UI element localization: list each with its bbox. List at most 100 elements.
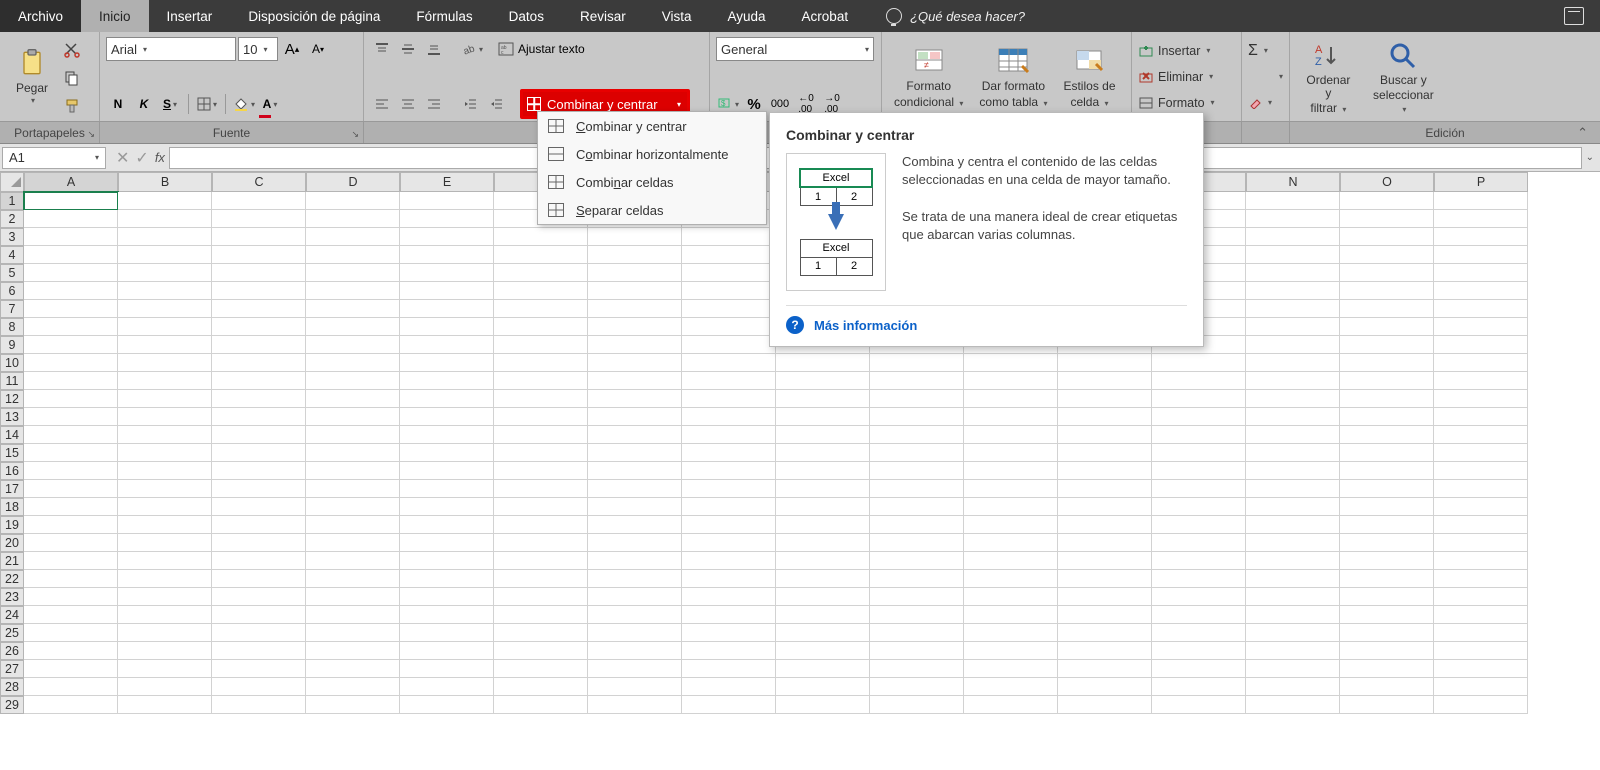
- row-header[interactable]: 1: [0, 192, 24, 210]
- cell[interactable]: [1246, 444, 1340, 462]
- cell[interactable]: [212, 390, 306, 408]
- row-header[interactable]: 19: [0, 516, 24, 534]
- cell[interactable]: [1434, 390, 1528, 408]
- cell[interactable]: [212, 246, 306, 264]
- cell[interactable]: [118, 372, 212, 390]
- cell[interactable]: [776, 444, 870, 462]
- cell[interactable]: [306, 606, 400, 624]
- cell[interactable]: [682, 264, 776, 282]
- cell[interactable]: [306, 228, 400, 246]
- cell[interactable]: [776, 660, 870, 678]
- cell[interactable]: [870, 354, 964, 372]
- cell[interactable]: [24, 426, 118, 444]
- row-header[interactable]: 20: [0, 534, 24, 552]
- cell[interactable]: [118, 300, 212, 318]
- column-header[interactable]: N: [1246, 172, 1340, 192]
- cell[interactable]: [118, 228, 212, 246]
- cell[interactable]: [1246, 282, 1340, 300]
- cell[interactable]: [1246, 552, 1340, 570]
- cell[interactable]: [682, 660, 776, 678]
- cell[interactable]: [682, 642, 776, 660]
- cell[interactable]: [1246, 264, 1340, 282]
- cell[interactable]: [400, 282, 494, 300]
- cell[interactable]: [1058, 354, 1152, 372]
- cell[interactable]: [306, 354, 400, 372]
- cell[interactable]: [306, 462, 400, 480]
- cell[interactable]: [400, 552, 494, 570]
- cell[interactable]: [212, 444, 306, 462]
- cell[interactable]: [588, 552, 682, 570]
- cell[interactable]: [306, 336, 400, 354]
- cell[interactable]: [682, 228, 776, 246]
- cell[interactable]: [400, 480, 494, 498]
- cell[interactable]: [1434, 516, 1528, 534]
- cell[interactable]: [1340, 588, 1434, 606]
- cell[interactable]: [588, 498, 682, 516]
- row-header[interactable]: 8: [0, 318, 24, 336]
- cell[interactable]: [24, 660, 118, 678]
- cell[interactable]: [964, 372, 1058, 390]
- cell[interactable]: [964, 606, 1058, 624]
- cell[interactable]: [212, 462, 306, 480]
- cell[interactable]: [870, 552, 964, 570]
- cell[interactable]: [588, 678, 682, 696]
- tab-datos[interactable]: Datos: [491, 0, 562, 32]
- cell[interactable]: [682, 480, 776, 498]
- cell[interactable]: [24, 282, 118, 300]
- share-icon[interactable]: [1564, 7, 1584, 25]
- cell[interactable]: [400, 228, 494, 246]
- cell[interactable]: [494, 390, 588, 408]
- cell[interactable]: [1340, 552, 1434, 570]
- cell[interactable]: [1246, 660, 1340, 678]
- cell[interactable]: [870, 624, 964, 642]
- cell[interactable]: [212, 210, 306, 228]
- cell[interactable]: [24, 696, 118, 714]
- cell[interactable]: [588, 372, 682, 390]
- cell-styles-button[interactable]: Estilos de celda ▾: [1057, 40, 1121, 112]
- cell[interactable]: [1152, 498, 1246, 516]
- cell[interactable]: [1246, 462, 1340, 480]
- cell[interactable]: [118, 192, 212, 210]
- cell[interactable]: [494, 462, 588, 480]
- cell[interactable]: [494, 228, 588, 246]
- cell[interactable]: [1434, 696, 1528, 714]
- name-box[interactable]: A1▾: [2, 147, 106, 169]
- cell[interactable]: [24, 210, 118, 228]
- cell[interactable]: [870, 426, 964, 444]
- column-header[interactable]: P: [1434, 172, 1528, 192]
- row-header[interactable]: 22: [0, 570, 24, 588]
- cell[interactable]: [306, 318, 400, 336]
- cell[interactable]: [1152, 390, 1246, 408]
- cell[interactable]: [682, 462, 776, 480]
- cell[interactable]: [776, 480, 870, 498]
- cell[interactable]: [1340, 264, 1434, 282]
- cell[interactable]: [1058, 660, 1152, 678]
- cancel-formula-icon[interactable]: ✕: [116, 148, 129, 168]
- row-header[interactable]: 21: [0, 552, 24, 570]
- cell[interactable]: [1434, 264, 1528, 282]
- cell[interactable]: [212, 498, 306, 516]
- orientation-button[interactable]: ab▾: [460, 37, 484, 61]
- borders-button[interactable]: ▾: [195, 92, 219, 116]
- cell[interactable]: [1340, 282, 1434, 300]
- cell[interactable]: [588, 390, 682, 408]
- cell[interactable]: [494, 570, 588, 588]
- cell[interactable]: [212, 426, 306, 444]
- cell[interactable]: [400, 570, 494, 588]
- cell[interactable]: [212, 624, 306, 642]
- cell[interactable]: [870, 678, 964, 696]
- cell[interactable]: [24, 534, 118, 552]
- cell[interactable]: [24, 246, 118, 264]
- unmerge-cells-item[interactable]: Separar celdas: [538, 196, 766, 224]
- cell[interactable]: [118, 552, 212, 570]
- cell[interactable]: [870, 480, 964, 498]
- cell[interactable]: [1246, 354, 1340, 372]
- cell[interactable]: [118, 354, 212, 372]
- row-header[interactable]: 6: [0, 282, 24, 300]
- cell[interactable]: [494, 606, 588, 624]
- cell[interactable]: [682, 570, 776, 588]
- cell[interactable]: [1434, 570, 1528, 588]
- decrease-indent-button[interactable]: [458, 92, 482, 116]
- cell[interactable]: [1434, 246, 1528, 264]
- cell[interactable]: [212, 660, 306, 678]
